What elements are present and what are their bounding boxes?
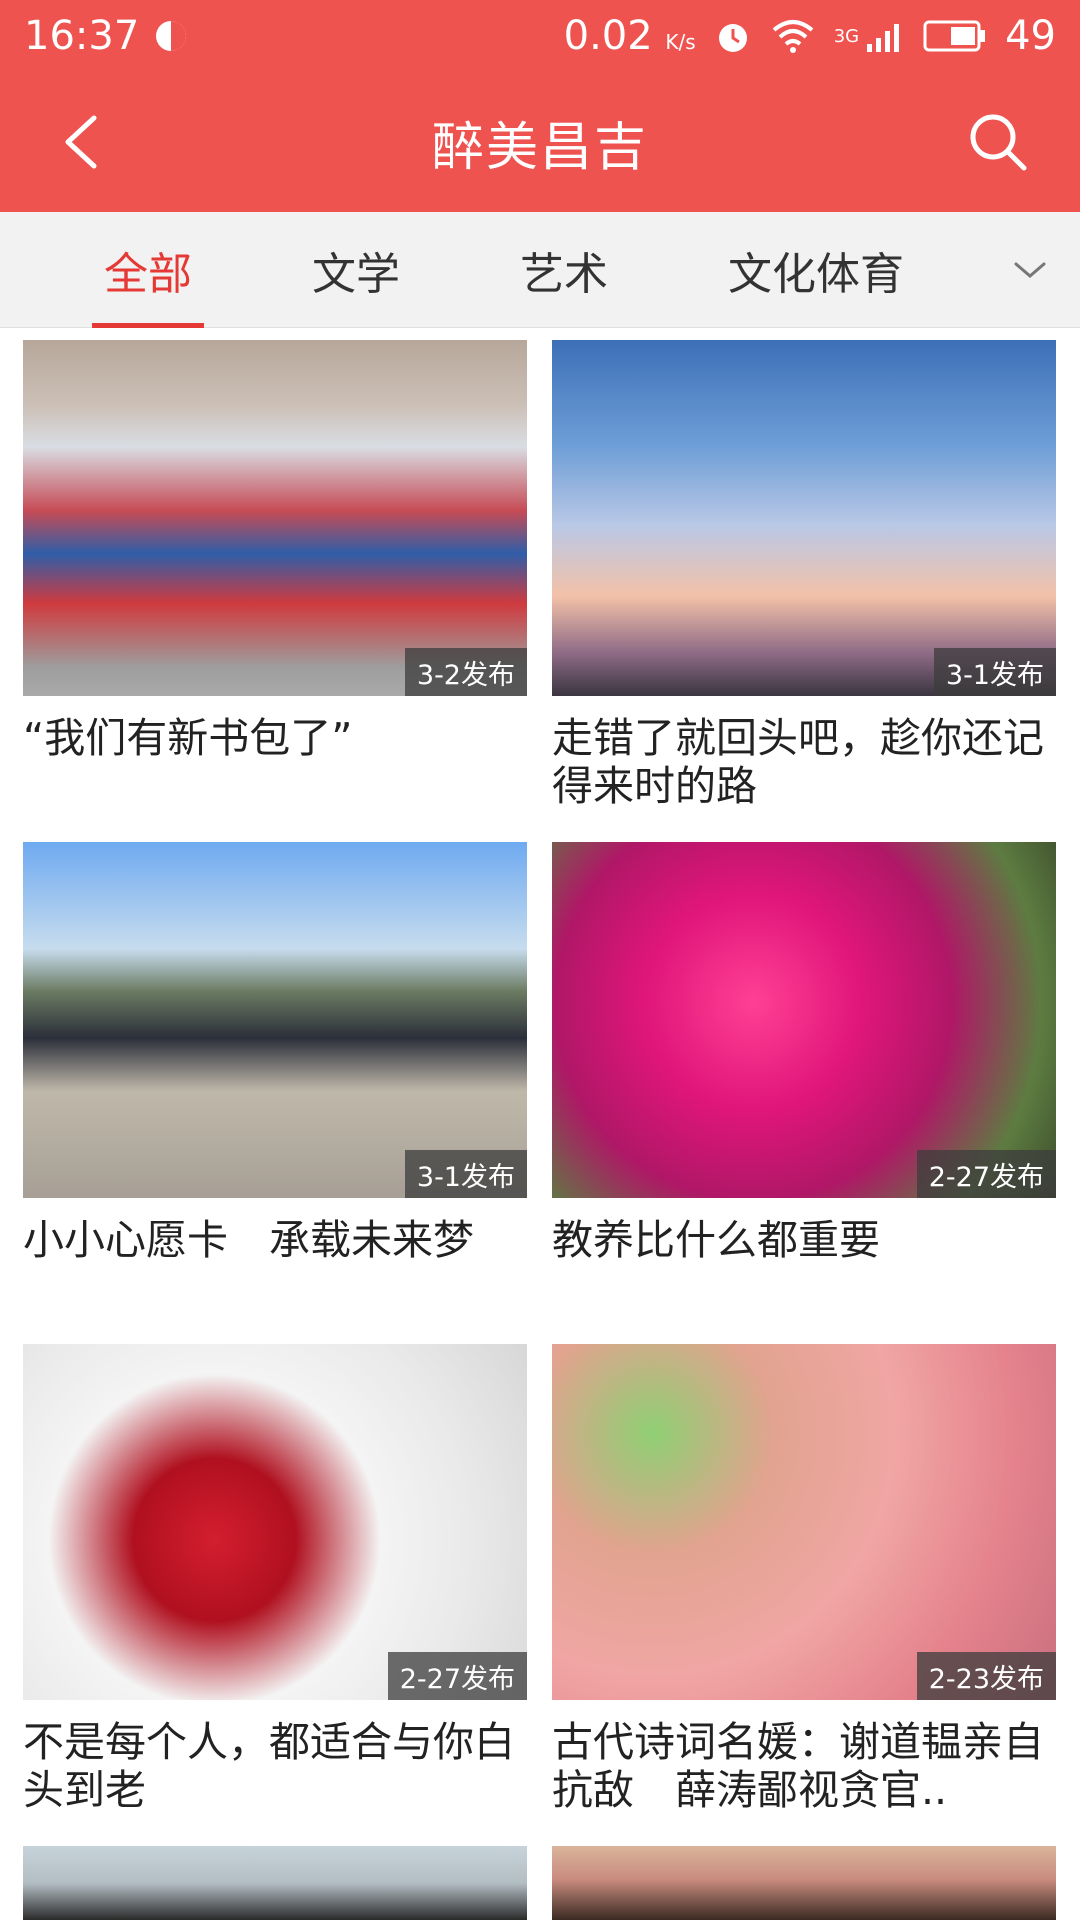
alarm-icon: [718, 24, 747, 52]
article-title: 不是每个人，都适合与你白头到老: [23, 1718, 515, 1814]
article-thumbnail: 3-1发布: [23, 842, 527, 1198]
search-icon[interactable]: [966, 110, 1030, 174]
article-card[interactable]: 3-1发布 走错了就回头吧，趁你还记得来时的路: [552, 340, 1056, 810]
article-title: 走错了就回头吧，趁你还记得来时的路: [552, 714, 1044, 810]
date-badge: 2-23发布: [916, 1652, 1056, 1700]
status-bar: 16:37 0.02 K/s 3G 49: [0, 0, 1080, 72]
status-time: 16:37: [24, 13, 140, 59]
date-badge: 2-27发布: [387, 1652, 527, 1700]
article-title: 小小心愿卡 承载未来梦: [23, 1216, 474, 1264]
article-thumbnail: 2-23发布: [552, 1344, 1056, 1700]
article-title: “我们有新书包了”: [23, 714, 353, 762]
tab-label: 文化体育: [728, 249, 904, 300]
tab-culture-sports[interactable]: 文化体育: [728, 212, 904, 328]
tab-art[interactable]: 艺术: [520, 212, 608, 328]
tab-literature[interactable]: 文学: [312, 212, 400, 328]
article-card[interactable]: 2-27发布 不是每个人，都适合与你白头到老: [23, 1344, 527, 1814]
article-card[interactable]: 3-2发布 “我们有新书包了”: [23, 340, 527, 762]
app-bar: 醉美昌吉: [0, 72, 1080, 212]
article-thumbnail: 2-27发布: [23, 1344, 527, 1700]
article-thumbnail[interactable]: [552, 1846, 1056, 1920]
battery-level: 49: [1005, 13, 1056, 59]
date-badge: 2-27发布: [916, 1150, 1056, 1198]
tab-label: 全部: [104, 249, 192, 300]
active-tab-indicator: [92, 323, 204, 328]
article-title: 教养比什么都重要: [552, 1216, 880, 1264]
article-thumbnail: 3-2发布: [23, 340, 527, 696]
article-card[interactable]: 2-23发布 古代诗词名媛：谢道韫亲自抗敌 薛涛鄙视贪官..: [552, 1344, 1056, 1814]
chevron-down-icon[interactable]: [1008, 248, 1052, 292]
battery-icon: [923, 20, 986, 52]
date-badge: 3-2发布: [404, 648, 527, 696]
tab-label: 文学: [312, 249, 400, 300]
network-type: 3G: [833, 25, 860, 47]
tab-label: 艺术: [520, 249, 608, 300]
page-title: 醉美昌吉: [431, 117, 648, 178]
date-badge: 3-1发布: [933, 648, 1056, 696]
category-tabs: 全部 文学 艺术 文化体育: [0, 212, 1080, 328]
article-title: 古代诗词名媛：谢道韫亲自抗敌 薛涛鄙视贪官..: [552, 1718, 1044, 1814]
network-speed: 0.02 K/s: [563, 13, 696, 59]
date-badge: 3-1发布: [404, 1150, 527, 1198]
article-thumbnail[interactable]: [23, 1846, 527, 1920]
wifi-icon: [772, 20, 813, 53]
article-card[interactable]: 2-27发布 教养比什么都重要: [552, 842, 1056, 1264]
moon-icon: [156, 21, 187, 51]
article-thumbnail: 2-27发布: [552, 842, 1056, 1198]
article-thumbnail: 3-1发布: [552, 340, 1056, 696]
article-card[interactable]: 3-1发布 小小心愿卡 承载未来梦: [23, 842, 527, 1264]
signal-icon: [867, 24, 900, 52]
tab-all[interactable]: 全部: [92, 212, 204, 328]
